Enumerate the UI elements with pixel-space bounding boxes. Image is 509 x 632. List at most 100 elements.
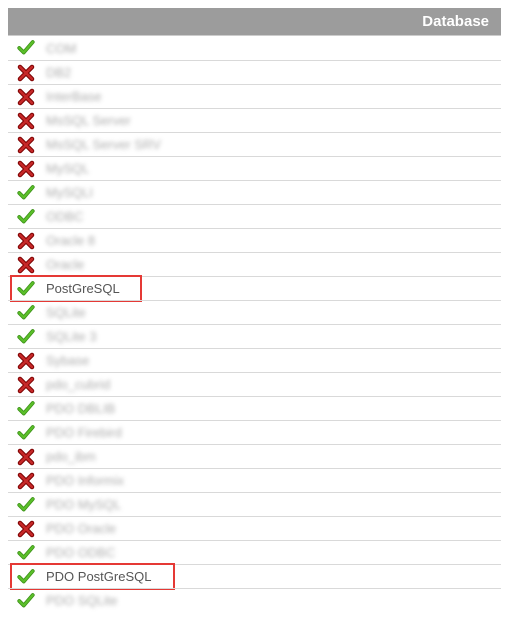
table-row: PDO MySQL bbox=[8, 492, 501, 516]
status-cell bbox=[12, 88, 40, 106]
table-row: MySQLI bbox=[8, 180, 501, 204]
status-cell bbox=[12, 544, 40, 562]
driver-label: InterBase bbox=[40, 89, 497, 104]
status-cell bbox=[12, 39, 40, 57]
status-cell bbox=[12, 256, 40, 274]
status-cell bbox=[12, 592, 40, 610]
driver-label: PDO DBLIB bbox=[40, 401, 497, 416]
driver-label: MsSQL Server SRV bbox=[40, 137, 497, 152]
cross-icon bbox=[17, 352, 35, 370]
cross-icon bbox=[17, 88, 35, 106]
driver-label: PDO Oracle bbox=[40, 521, 497, 536]
driver-label: Sybase bbox=[40, 353, 497, 368]
table-row: Sybase bbox=[8, 348, 501, 372]
driver-label: Oracle bbox=[40, 257, 497, 272]
check-icon bbox=[16, 592, 36, 610]
driver-label: COM bbox=[40, 41, 497, 56]
status-cell bbox=[12, 232, 40, 250]
driver-label: PDO SQLite bbox=[40, 593, 497, 608]
driver-label: PDO Informix bbox=[40, 473, 497, 488]
cross-icon bbox=[17, 232, 35, 250]
status-cell bbox=[12, 280, 40, 298]
check-icon bbox=[16, 280, 36, 298]
table-row: SQLite bbox=[8, 300, 501, 324]
cross-icon bbox=[17, 64, 35, 82]
table-row: COM bbox=[8, 36, 501, 60]
check-icon bbox=[16, 400, 36, 418]
status-cell bbox=[12, 304, 40, 322]
driver-label: ODBC bbox=[40, 209, 497, 224]
driver-label: PDO Firebird bbox=[40, 425, 497, 440]
table-row: MsSQL Server bbox=[8, 108, 501, 132]
driver-label: Oracle 8 bbox=[40, 233, 497, 248]
table-row: SQLite 3 bbox=[8, 324, 501, 348]
table-body: COM DB2 InterBase MsSQL Server MsSQL Server … bbox=[8, 36, 501, 612]
cross-icon bbox=[17, 256, 35, 274]
table-row: MySQL bbox=[8, 156, 501, 180]
table-row: ODBC bbox=[8, 204, 501, 228]
status-cell bbox=[12, 424, 40, 442]
table-row: Oracle 8 bbox=[8, 228, 501, 252]
driver-label: DB2 bbox=[40, 65, 497, 80]
table-row: InterBase bbox=[8, 84, 501, 108]
driver-label: SQLite bbox=[40, 305, 497, 320]
table-row: DB2 bbox=[8, 60, 501, 84]
status-cell bbox=[12, 160, 40, 178]
check-icon bbox=[16, 568, 36, 586]
driver-label: PDO PostGreSQL bbox=[40, 569, 497, 584]
status-cell bbox=[12, 184, 40, 202]
table-row: PDO SQLite bbox=[8, 588, 501, 612]
status-cell bbox=[12, 568, 40, 586]
table-row: PDO Informix bbox=[8, 468, 501, 492]
cross-icon bbox=[17, 448, 35, 466]
status-cell bbox=[12, 208, 40, 226]
status-cell bbox=[12, 448, 40, 466]
table-row: PDO DBLIB bbox=[8, 396, 501, 420]
driver-label: pdo_ibm bbox=[40, 449, 497, 464]
driver-label: MySQLI bbox=[40, 185, 497, 200]
check-icon bbox=[16, 304, 36, 322]
status-cell bbox=[12, 136, 40, 154]
check-icon bbox=[16, 496, 36, 514]
cross-icon bbox=[17, 160, 35, 178]
cross-icon bbox=[17, 112, 35, 130]
status-cell bbox=[12, 520, 40, 538]
driver-label: SQLite 3 bbox=[40, 329, 497, 344]
driver-label: MsSQL Server bbox=[40, 113, 497, 128]
table-row: MsSQL Server SRV bbox=[8, 132, 501, 156]
cross-icon bbox=[17, 376, 35, 394]
check-icon bbox=[16, 328, 36, 346]
status-cell bbox=[12, 64, 40, 82]
driver-label: MySQL bbox=[40, 161, 497, 176]
table-row: PDO PostGreSQL bbox=[8, 564, 501, 588]
table-row: PostGreSQL bbox=[8, 276, 501, 300]
check-icon bbox=[16, 39, 36, 57]
check-icon bbox=[16, 424, 36, 442]
status-cell bbox=[12, 400, 40, 418]
driver-label: PDO ODBC bbox=[40, 545, 497, 560]
table-header: Database bbox=[8, 8, 501, 36]
check-icon bbox=[16, 208, 36, 226]
status-cell bbox=[12, 376, 40, 394]
table-row: PDO Oracle bbox=[8, 516, 501, 540]
status-cell bbox=[12, 496, 40, 514]
driver-label: pdo_cubrid bbox=[40, 377, 497, 392]
header-title: Database bbox=[422, 13, 489, 30]
table-row: Oracle bbox=[8, 252, 501, 276]
table-row: PDO ODBC bbox=[8, 540, 501, 564]
check-icon bbox=[16, 544, 36, 562]
cross-icon bbox=[17, 472, 35, 490]
database-table: Database COM DB2 InterBase MsSQL Server MsSQ… bbox=[8, 8, 501, 612]
table-row: pdo_ibm bbox=[8, 444, 501, 468]
check-icon bbox=[16, 184, 36, 202]
status-cell bbox=[12, 352, 40, 370]
table-row: PDO Firebird bbox=[8, 420, 501, 444]
driver-label: PDO MySQL bbox=[40, 497, 497, 512]
driver-label: PostGreSQL bbox=[40, 281, 497, 296]
status-cell bbox=[12, 112, 40, 130]
status-cell bbox=[12, 472, 40, 490]
cross-icon bbox=[17, 520, 35, 538]
status-cell bbox=[12, 328, 40, 346]
cross-icon bbox=[17, 136, 35, 154]
table-row: pdo_cubrid bbox=[8, 372, 501, 396]
